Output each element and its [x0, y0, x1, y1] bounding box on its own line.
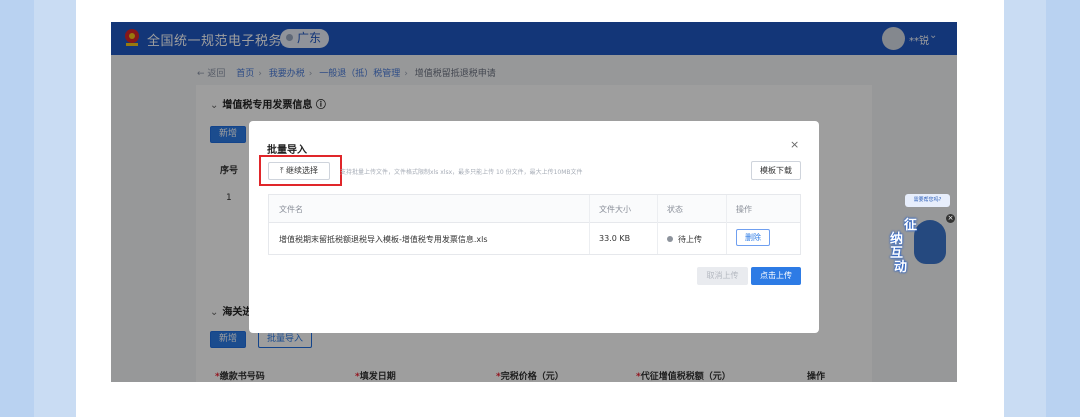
mascot-char: 动	[894, 260, 908, 275]
column-header-filename: 文件名	[279, 205, 303, 214]
close-icon[interactable]: ×	[946, 214, 955, 223]
upload-button[interactable]: 点击上传	[751, 267, 801, 285]
file-size: 33.0 KB	[599, 234, 631, 243]
file-table-header: 文件名 文件大小 状态 操作	[269, 195, 800, 223]
assistant-mascot[interactable]: 需要帮您吗? × 征 纳 互 动	[886, 194, 956, 275]
red-highlight-box	[259, 155, 342, 186]
mascot-figure	[914, 220, 946, 264]
template-download-button[interactable]: 模板下载	[751, 161, 801, 180]
delete-file-button[interactable]: 删除	[736, 229, 770, 246]
tax-portal-screenshot: 全国统一规范电子税务局 广东 **锐 ⌄ ← 返回 首页 › 我要办税 › 一般退（…	[111, 22, 957, 382]
page-frame-right	[1046, 0, 1080, 417]
column-header-actions: 操作	[736, 205, 752, 214]
file-table: 文件名 文件大小 状态 操作 增值税期末留抵税额退税导入模板-增值税专用发票信息…	[268, 194, 801, 255]
cancel-upload-button[interactable]: 取消上传	[697, 267, 748, 285]
column-divider	[657, 195, 658, 254]
file-status: 待上传	[667, 234, 702, 245]
column-header-status: 状态	[667, 205, 683, 214]
dialog-title: 批量导入	[267, 145, 307, 156]
column-divider	[589, 195, 590, 254]
mascot-char: 征	[904, 218, 918, 233]
column-divider	[726, 195, 727, 254]
help-bubble[interactable]: 需要帮您吗?	[905, 194, 950, 207]
close-icon[interactable]: ×	[790, 138, 799, 151]
batch-import-dialog: 批量导入 × ⤒ 继续选择 支持批量上传文件，文件格式限制xls xlsx，最多…	[249, 121, 819, 333]
file-name: 增值税期末留抵税额退税导入模板-增值税专用发票信息.xls	[279, 235, 488, 244]
column-header-filesize: 文件大小	[599, 205, 631, 214]
page-frame-left	[0, 0, 34, 417]
status-dot-icon	[667, 236, 673, 242]
upload-hint: 支持批量上传文件，文件格式限制xls xlsx，最多只能上传 10 份文件，最大…	[340, 169, 583, 176]
